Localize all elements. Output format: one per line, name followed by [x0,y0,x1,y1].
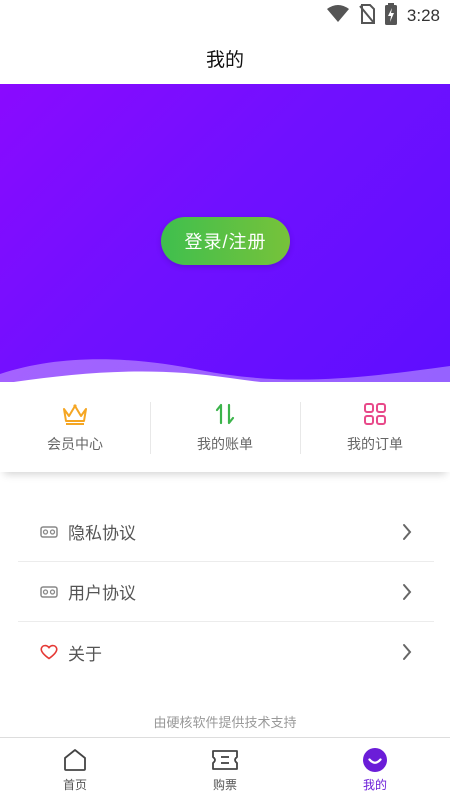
vr-glasses-icon [40,523,58,541]
tab-mine[interactable]: 我的 [300,738,450,800]
menu-item-label: 用户协议 [68,584,136,604]
menu-item-about[interactable]: 关于 [18,622,434,682]
my-bills-button[interactable]: 我的账单 [150,382,300,472]
wifi-icon [326,5,349,27]
chevron-right-icon [400,522,414,542]
settings-menu: 隐私协议 用户协议 关于 [18,502,434,682]
tab-label: 首页 [62,777,87,792]
profile-hero: 登录/注册 [0,84,450,394]
vr-glasses-icon [40,583,58,601]
battery-charging-icon [384,3,397,29]
tech-support-note: 由硬核软件提供技术支持 [153,716,297,731]
heart-icon [40,643,58,661]
ticket-icon [211,746,239,774]
my-orders-label: 我的订单 [347,437,403,453]
smile-icon [361,746,389,774]
tab-home[interactable]: 首页 [0,738,150,800]
menu-item-label: 关于 [68,644,102,665]
member-center-button[interactable]: 会员中心 [0,382,150,472]
sort-arrows-icon [211,400,239,428]
status-bar: 3:28 [0,0,450,32]
grid-icon [361,400,389,428]
quick-actions-card: 会员中心 我的账单 我的订单 [0,382,450,472]
member-center-label: 会员中心 [47,437,103,453]
home-icon [61,746,89,774]
menu-item-user-agreement[interactable]: 用户协议 [18,562,434,622]
crown-icon [61,400,89,428]
my-orders-button[interactable]: 我的订单 [300,382,450,472]
chevron-right-icon [400,582,414,602]
status-icons: 3:28 [326,3,440,29]
page-title: 我的 [205,48,244,71]
tab-label: 购票 [212,777,237,792]
my-bills-label: 我的账单 [197,437,253,453]
menu-item-label: 隐私协议 [68,524,136,544]
bottom-tab-bar: 首页 购票 我的 [0,737,450,800]
tab-label: 我的 [362,777,387,792]
menu-item-privacy[interactable]: 隐私协议 [18,502,434,562]
status-time: 3:28 [406,6,440,25]
tab-tickets[interactable]: 购票 [150,738,300,800]
app-header: 我的 [0,32,450,84]
no-sim-icon [359,4,375,28]
chevron-right-icon [400,642,414,662]
login-register-button[interactable]: 登录/注册 [161,217,290,265]
